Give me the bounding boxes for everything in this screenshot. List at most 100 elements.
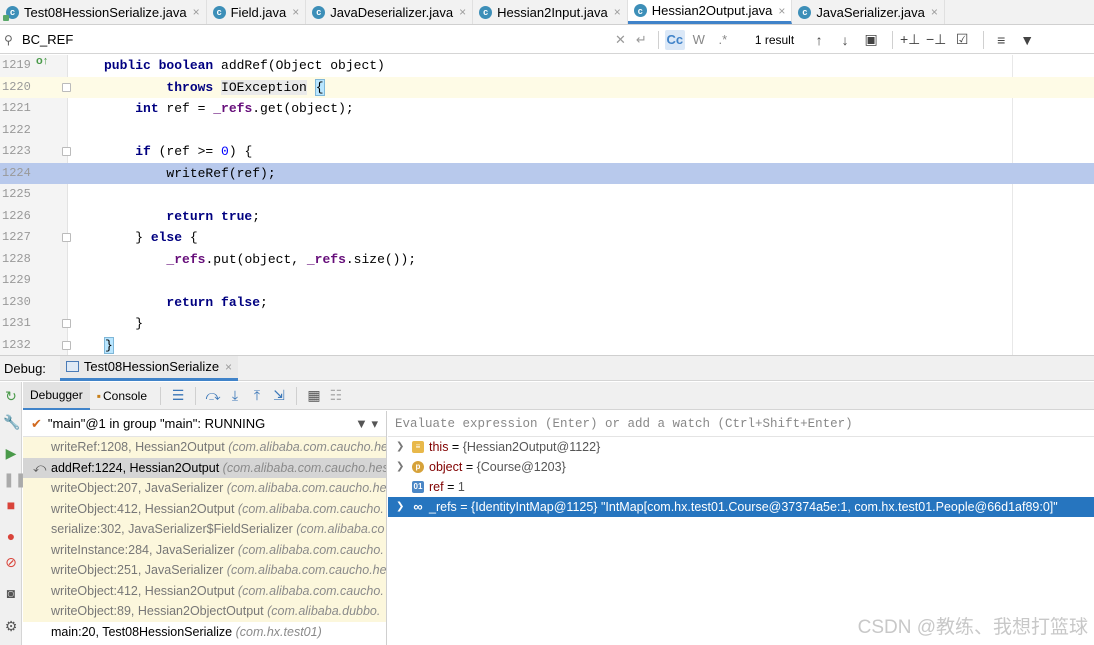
fold-icon[interactable] bbox=[62, 147, 71, 156]
code-line[interactable]: 1229 bbox=[0, 270, 1094, 292]
tab-javadeserializer[interactable]: c JavaDeserializer.java × bbox=[306, 0, 474, 24]
stack-frame[interactable]: ⤺ addRef:1224, Hessian2Output (com.alibab… bbox=[23, 457, 386, 478]
previous-occurrence-icon[interactable]: ↑ bbox=[808, 32, 830, 48]
variable-row[interactable]: ❯ ≡ this = {Hessian2Output@1122} bbox=[388, 437, 1094, 457]
stack-frame[interactable]: writeRef:1208, Hessian2Output (com.aliba… bbox=[23, 437, 386, 458]
frame-method: writeRef:1208, Hessian2Output bbox=[51, 440, 229, 454]
gear-icon[interactable]: ⚙ bbox=[3, 618, 19, 634]
show-execution-point-icon[interactable]: ☰ bbox=[167, 387, 189, 404]
code-line[interactable]: 1221 int ref = _refs.get(object); bbox=[0, 98, 1094, 120]
resume-icon[interactable]: ▶ bbox=[3, 445, 19, 461]
tab-debugger[interactable]: Debugger bbox=[23, 381, 90, 410]
filter-icon[interactable]: ▼ bbox=[1016, 32, 1038, 48]
variable-value: {Hessian2Output@1122} bbox=[462, 440, 601, 454]
close-icon[interactable]: × bbox=[614, 5, 621, 19]
class-icon: c bbox=[312, 5, 326, 19]
expand-arrow-icon[interactable]: ❯ bbox=[396, 457, 404, 477]
stop-icon[interactable]: ■ bbox=[3, 497, 19, 513]
tab-field[interactable]: c Field.java × bbox=[207, 0, 307, 24]
session-icon bbox=[65, 361, 79, 372]
code-text: return false; bbox=[166, 294, 268, 310]
regex-toggle[interactable]: .* bbox=[713, 30, 733, 50]
code-line[interactable]: 1226 return true; bbox=[0, 206, 1094, 228]
code-editor[interactable]: 1219 o↑ public boolean addRef(Object obj… bbox=[0, 55, 1094, 355]
code-line[interactable]: 1230 return false; bbox=[0, 292, 1094, 314]
variable-row[interactable]: ❯ ∞ _refs = {IdentityIntMap@1125} "IntMap[… bbox=[388, 497, 1094, 517]
close-icon[interactable]: × bbox=[931, 5, 938, 19]
settings-wrench-icon[interactable]: 🔧 bbox=[3, 414, 20, 430]
remove-occurrence-icon[interactable]: −⊥ bbox=[925, 31, 947, 48]
trace-icon[interactable]: ☷ bbox=[325, 387, 347, 404]
tab-hessian2input[interactable]: c Hessian2Input.java × bbox=[473, 0, 628, 24]
stack-frame[interactable]: serialize:302, JavaSerializer$FieldSeria… bbox=[23, 519, 386, 540]
new-line-icon[interactable]: ↵ bbox=[636, 32, 647, 48]
stack-frame[interactable]: writeInstance:284, JavaSerializer (com.a… bbox=[23, 539, 386, 560]
mute-breakpoints-icon[interactable]: ⊘ bbox=[3, 554, 19, 570]
execution-point-line[interactable]: 1224 writeRef(ref); bbox=[0, 162, 1094, 184]
tab-console[interactable]: ▪ Console bbox=[90, 382, 154, 410]
thread-selector[interactable]: ✔ "main"@1 in group "main": RUNNING ▼ ▾ bbox=[23, 411, 386, 437]
tab-javaserializer[interactable]: c JavaSerializer.java × bbox=[792, 0, 945, 24]
tab-test08hessionserialize[interactable]: c Test08HessionSerialize.java × bbox=[0, 0, 207, 24]
code-line[interactable]: 1228 _refs.put(object, _refs.size()); bbox=[0, 249, 1094, 271]
step-out-icon[interactable]: ⤒ bbox=[246, 387, 268, 404]
rerun-icon[interactable]: ↻ bbox=[3, 388, 19, 404]
code-line[interactable]: 1231 } bbox=[0, 313, 1094, 335]
stack-frame[interactable]: writeObject:412, Hessian2Output (com.ali… bbox=[23, 580, 386, 601]
editor-tab-bar: c Test08HessionSerialize.java × c Field.jav… bbox=[0, 0, 1094, 25]
select-all-icon[interactable]: ☑ bbox=[951, 31, 973, 48]
code-line[interactable]: 1223 if (ref >= 0) { bbox=[0, 141, 1094, 163]
code-line[interactable]: 1219 o↑ public boolean addRef(Object obj… bbox=[0, 55, 1094, 77]
expand-arrow-icon[interactable]: ❯ bbox=[396, 497, 404, 517]
close-icon[interactable]: × bbox=[459, 5, 466, 19]
tab-hessian2output[interactable]: c Hessian2Output.java × bbox=[627, 0, 793, 24]
override-marker-icon[interactable]: o↑ bbox=[36, 55, 48, 67]
step-over-icon[interactable]: ⤼ bbox=[202, 387, 224, 404]
next-occurrence-icon[interactable]: ↓ bbox=[834, 32, 856, 48]
fold-icon[interactable] bbox=[62, 82, 71, 92]
stack-frame[interactable]: writeObject:251, JavaSerializer (com.ali… bbox=[23, 560, 386, 581]
stack-frame[interactable]: main:20, Test08HessionSerialize (com.hx.… bbox=[23, 621, 386, 642]
code-line[interactable]: 1222 bbox=[0, 120, 1094, 142]
pause-icon[interactable]: ❚❚ bbox=[3, 471, 26, 487]
clear-search-icon[interactable]: ✕ bbox=[615, 32, 626, 48]
code-text: if (ref >= 0) { bbox=[135, 144, 253, 159]
code-line-current[interactable]: 1220 throws IOException { bbox=[0, 76, 1094, 98]
words-toggle[interactable]: W bbox=[689, 30, 709, 50]
variables-panel: Evaluate expression (Enter) or add a wat… bbox=[388, 411, 1094, 645]
stack-frame[interactable]: writeObject:412, Hessian2Output (com.ali… bbox=[23, 498, 386, 519]
code-line[interactable]: 1232 } bbox=[0, 335, 1094, 356]
fold-icon[interactable] bbox=[62, 340, 71, 350]
search-input[interactable]: BC_REF bbox=[20, 32, 610, 47]
class-run-icon: c bbox=[3, 5, 19, 21]
close-icon[interactable]: × bbox=[778, 4, 785, 18]
code-line[interactable]: 1227 } else { bbox=[0, 227, 1094, 249]
debug-session-tab[interactable]: Test08HessionSerialize × bbox=[59, 355, 239, 381]
run-to-cursor-icon[interactable]: ⇲ bbox=[268, 387, 290, 404]
snapshot-icon[interactable]: ◙ bbox=[3, 585, 19, 601]
select-all-occurrences-icon[interactable]: ▣ bbox=[860, 31, 882, 48]
evaluate-expression-icon[interactable]: ▦ bbox=[303, 387, 325, 404]
close-icon[interactable]: × bbox=[193, 5, 200, 19]
fold-icon[interactable] bbox=[62, 319, 71, 328]
add-occurrence-icon[interactable]: +⊥ bbox=[899, 31, 921, 48]
code-line[interactable]: 1225 bbox=[0, 184, 1094, 206]
evaluate-expression-input[interactable]: Evaluate expression (Enter) or add a wat… bbox=[388, 411, 1094, 437]
match-case-toggle[interactable]: Cc bbox=[664, 29, 685, 50]
search-icon[interactable]: ⚲ bbox=[4, 33, 20, 47]
close-icon[interactable]: × bbox=[225, 360, 232, 374]
stack-frame[interactable]: writeObject:207, JavaSerializer (com.ali… bbox=[23, 478, 386, 499]
variable-row[interactable]: ❯ p object = {Course@1203} bbox=[388, 457, 1094, 477]
filter-options-icon[interactable]: ≡ bbox=[990, 32, 1012, 48]
view-breakpoints-icon[interactable]: ● bbox=[3, 528, 19, 544]
variable-row[interactable]: 01 ref = 1 bbox=[388, 477, 1094, 497]
expand-arrow-icon[interactable]: ❯ bbox=[396, 437, 404, 457]
close-icon[interactable]: × bbox=[292, 5, 299, 19]
stack-frame[interactable]: writeObject:89, Hessian2ObjectOutput (co… bbox=[23, 601, 386, 622]
code-text: return true; bbox=[166, 208, 261, 224]
step-into-icon[interactable]: ⤓ bbox=[224, 387, 246, 404]
filter-icon[interactable]: ▼ ▾ bbox=[355, 416, 378, 432]
parameter-icon: p bbox=[412, 461, 424, 473]
frame-package: (com.alibaba.com.caucho.he bbox=[226, 481, 386, 495]
fold-icon[interactable] bbox=[62, 233, 71, 242]
